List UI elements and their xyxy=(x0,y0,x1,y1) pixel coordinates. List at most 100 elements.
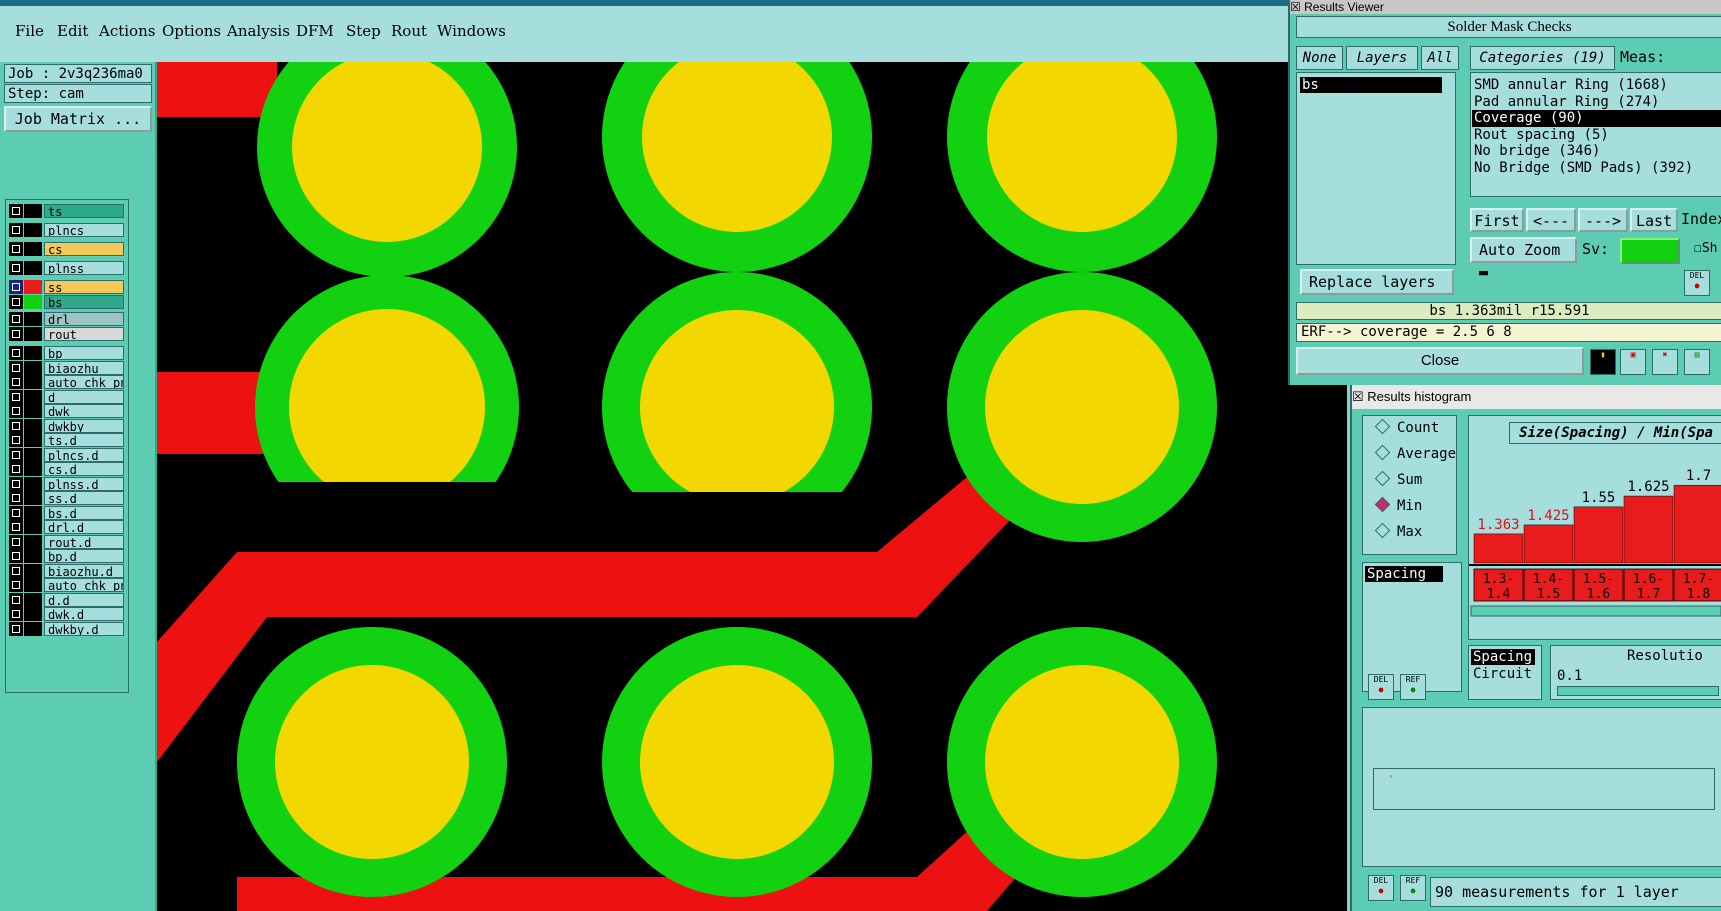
layer-checkbox[interactable] xyxy=(9,476,23,491)
layer-checkbox[interactable] xyxy=(9,433,23,447)
histogram-bottom-list[interactable]: Spacing Circuit xyxy=(1468,645,1542,700)
layer-row[interactable]: plncs.d xyxy=(8,447,126,462)
histogram-bar[interactable] xyxy=(1473,533,1524,564)
layer-row[interactable]: plnss.d xyxy=(8,476,126,491)
layer-checkbox[interactable] xyxy=(9,578,23,592)
layers-button[interactable]: Layers xyxy=(1346,46,1418,70)
layer-checkbox[interactable] xyxy=(9,607,23,621)
layer-row[interactable]: bs xyxy=(8,295,126,309)
layer-row[interactable]: biaozhu xyxy=(8,360,126,375)
histogram-bar[interactable] xyxy=(1623,495,1674,564)
layer-checkbox[interactable] xyxy=(9,346,23,360)
menu-actions[interactable]: Actions xyxy=(99,22,155,40)
layer-row[interactable]: ss.d xyxy=(8,491,126,505)
category-item[interactable]: Coverage (90) xyxy=(1472,110,1721,127)
layer-row[interactable]: bp xyxy=(8,346,126,360)
histogram-titlebar[interactable]: ☒ Results histogram xyxy=(1352,385,1721,409)
layer-row[interactable]: plnss xyxy=(8,261,126,275)
layer-checkbox[interactable] xyxy=(9,621,23,636)
layer-row[interactable]: bs.d xyxy=(8,505,126,520)
layer-row[interactable]: cs xyxy=(8,242,126,256)
sh-checkbox[interactable]: ☐Sh xyxy=(1694,241,1717,256)
layer-checkbox[interactable] xyxy=(9,312,23,326)
job-matrix-button[interactable]: Job Matrix ... xyxy=(4,106,152,132)
layer-checkbox[interactable] xyxy=(9,534,23,549)
layer-row[interactable]: plncs xyxy=(8,223,126,237)
layer-row[interactable]: drl.d xyxy=(8,520,126,534)
flag-icon[interactable]: ▮ xyxy=(1590,349,1616,375)
layer-row[interactable]: cs.d xyxy=(8,462,126,476)
layer-results-list[interactable]: bs xyxy=(1296,72,1456,265)
category-item[interactable]: No Bridge (SMD Pads) (392) xyxy=(1474,160,1693,177)
layer-row[interactable]: dwk.d xyxy=(8,607,126,621)
close-button[interactable]: Close xyxy=(1296,347,1584,375)
layer-checkbox[interactable] xyxy=(9,327,23,341)
replace-layers-dropdown[interactable]: Replace layers ▬ xyxy=(1300,269,1454,313)
layer-row[interactable]: d xyxy=(8,389,126,404)
resolution-slider[interactable] xyxy=(1557,686,1719,696)
mode-radio-min[interactable]: Min xyxy=(1374,496,1422,514)
layer-checkbox[interactable] xyxy=(9,592,23,607)
histogram-bar[interactable] xyxy=(1573,506,1624,564)
category-item[interactable]: Pad annular Ring (274) xyxy=(1474,94,1659,111)
layer-row[interactable]: ts.d xyxy=(8,433,126,447)
layer-checkbox[interactable] xyxy=(9,280,23,294)
category-item[interactable]: No bridge (346) xyxy=(1474,143,1600,160)
category-item[interactable]: Rout spacing (5) xyxy=(1474,127,1609,144)
layer-checkbox[interactable] xyxy=(9,418,23,433)
layer-checkbox[interactable] xyxy=(9,520,23,534)
layer-checkbox[interactable] xyxy=(9,447,23,462)
layer-checkbox[interactable] xyxy=(9,549,23,563)
last-button[interactable]: Last xyxy=(1630,208,1678,232)
layer-row[interactable]: bp.d xyxy=(8,549,126,563)
layer-row[interactable]: ts xyxy=(8,204,126,218)
menu-file[interactable]: File xyxy=(15,22,44,40)
fit-icon[interactable]: ▤ xyxy=(1684,349,1710,375)
layer-checkbox[interactable] xyxy=(9,491,23,505)
layer-checkbox[interactable] xyxy=(9,360,23,375)
layer-checkbox[interactable] xyxy=(9,563,23,578)
auto-zoom-dropdown[interactable]: Auto Zoom ▬ xyxy=(1470,237,1577,281)
layer-row[interactable]: drl xyxy=(8,312,126,326)
layer-row[interactable]: auto_chk_pn xyxy=(8,578,126,592)
del-icon[interactable]: DEL ● xyxy=(1368,674,1394,700)
layer-checkbox[interactable] xyxy=(9,223,23,237)
histogram-left-list-item[interactable]: Spacing xyxy=(1365,566,1443,582)
menu-windows[interactable]: Windows xyxy=(437,22,506,40)
clear-ref-icon[interactable]: ✖ xyxy=(1652,349,1678,375)
menu-analysis[interactable]: Analysis xyxy=(227,22,290,40)
layer-row[interactable]: dwk xyxy=(8,404,126,418)
results-viewer-titlebar[interactable]: ☒ Results Viewer xyxy=(1290,0,1721,14)
mode-radio-average[interactable]: Average xyxy=(1374,444,1456,462)
category-item[interactable]: SMD annular Ring (1668) xyxy=(1474,77,1668,94)
close-icon[interactable]: ☒ xyxy=(1352,389,1364,404)
layer-row[interactable]: biaozhu.d xyxy=(8,563,126,578)
layer-checkbox[interactable] xyxy=(9,505,23,520)
ref-icon-2[interactable]: REF ● xyxy=(1400,875,1426,901)
mode-radio-sum[interactable]: Sum xyxy=(1374,470,1422,488)
layer-row[interactable]: rout.d xyxy=(8,534,126,549)
layer-checkbox[interactable] xyxy=(9,375,23,389)
categories-list[interactable]: SMD annular Ring (1668) Pad annular Ring … xyxy=(1470,72,1721,197)
severity-dropdown[interactable] xyxy=(1620,238,1680,264)
menu-rout[interactable]: Rout xyxy=(391,22,427,40)
mark-icon[interactable]: ▣ xyxy=(1620,349,1646,375)
layer-checkbox[interactable] xyxy=(9,404,23,418)
layer-row[interactable]: ss xyxy=(8,280,126,294)
graphic-canvas[interactable] xyxy=(157,62,1347,911)
layer-checkbox[interactable] xyxy=(9,462,23,476)
first-button[interactable]: First xyxy=(1470,208,1524,232)
histogram-bar[interactable] xyxy=(1673,484,1721,564)
layer-row[interactable]: d.d xyxy=(8,592,126,607)
layer-checkbox[interactable] xyxy=(9,204,23,218)
next-button[interactable]: ---> xyxy=(1578,208,1628,232)
layer-row[interactable]: dwkby.d xyxy=(8,621,126,636)
layer-results-item[interactable]: bs xyxy=(1300,77,1442,93)
prev-button[interactable]: <--- xyxy=(1526,208,1576,232)
menu-options[interactable]: Options xyxy=(162,22,221,40)
histogram-bottom-item[interactable]: Spacing xyxy=(1471,649,1535,665)
chart-scrollbar[interactable] xyxy=(1470,605,1721,617)
menu-dfm[interactable]: DFM xyxy=(296,22,334,40)
mode-radio-count[interactable]: Count xyxy=(1374,418,1439,436)
layer-checkbox[interactable] xyxy=(9,295,23,309)
